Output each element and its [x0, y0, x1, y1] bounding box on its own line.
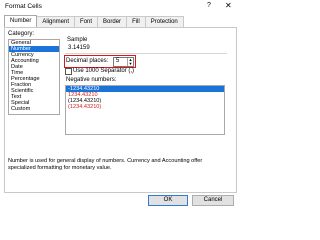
title-bar: Format Cells ? ✕ [0, 0, 240, 13]
decimal-places-label: Decimal places: [66, 58, 109, 64]
negative-numbers-listbox[interactable]: -1234.43210 1234.43210 (1234.43210) (123… [65, 85, 225, 135]
decimal-places-stepper[interactable]: 5 ▲ ▼ [113, 57, 134, 67]
tab-protection[interactable]: Protection [144, 16, 184, 27]
tab-font[interactable]: Font [74, 16, 99, 27]
negative-format-item[interactable]: (1234.43210) [66, 104, 224, 110]
separator-checkbox[interactable] [65, 68, 72, 75]
category-listbox[interactable]: General Number Currency Accounting Date … [8, 39, 60, 115]
ok-button[interactable]: OK [148, 195, 188, 206]
sample-value: 3.14159 [68, 45, 90, 51]
decimal-places-value[interactable]: 5 [116, 58, 119, 64]
number-tab-panel: Category: General Number Currency Accoun… [4, 27, 237, 193]
separator-label[interactable]: Use 1000 Separator (,) [73, 68, 134, 74]
category-item-custom[interactable]: Custom [9, 106, 59, 112]
stepper-down-icon[interactable]: ▼ [128, 62, 133, 66]
help-icon[interactable]: ? [207, 2, 211, 9]
negative-numbers-label: Negative numbers: [66, 77, 117, 83]
dialog-title: Format Cells [5, 3, 42, 10]
close-icon[interactable]: ✕ [225, 1, 232, 10]
sample-box: 3.14159 [65, 43, 227, 54]
tab-number[interactable]: Number [4, 15, 38, 27]
tab-bar: Number Alignment Font Border Fill Protec… [4, 15, 184, 27]
format-description: Number is used for general display of nu… [8, 158, 203, 171]
stepper-arrows[interactable]: ▲ ▼ [127, 58, 133, 66]
tab-border[interactable]: Border [97, 16, 128, 27]
tab-alignment[interactable]: Alignment [36, 16, 76, 27]
category-label: Category: [8, 31, 35, 37]
tab-fill[interactable]: Fill [126, 16, 146, 27]
cancel-button[interactable]: Cancel [192, 195, 234, 206]
